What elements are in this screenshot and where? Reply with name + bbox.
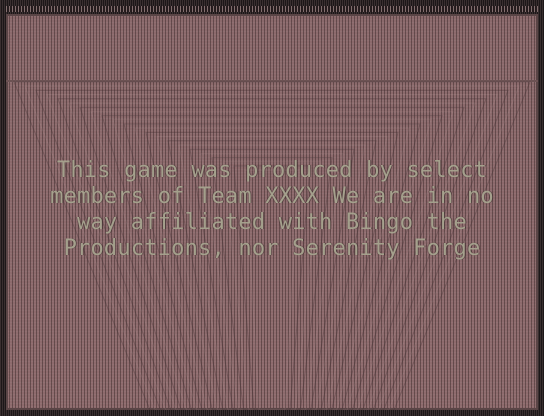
disclaimer-line-3: way affiliated with Bingo the [77,210,467,235]
game-screen: This game was produced by select members… [0,0,544,416]
disclaimer-line-2: members of Team XXXX We are in no [50,184,494,209]
disclaimer-line-4: Productions, nor Serenity Forge [63,236,481,261]
panel-divider [6,80,538,82]
disclaimer-message: This game was produced by select members… [10,158,534,262]
disclaimer-line-1: This game was produced by select [56,158,488,183]
top-dotted-strip [6,6,538,12]
